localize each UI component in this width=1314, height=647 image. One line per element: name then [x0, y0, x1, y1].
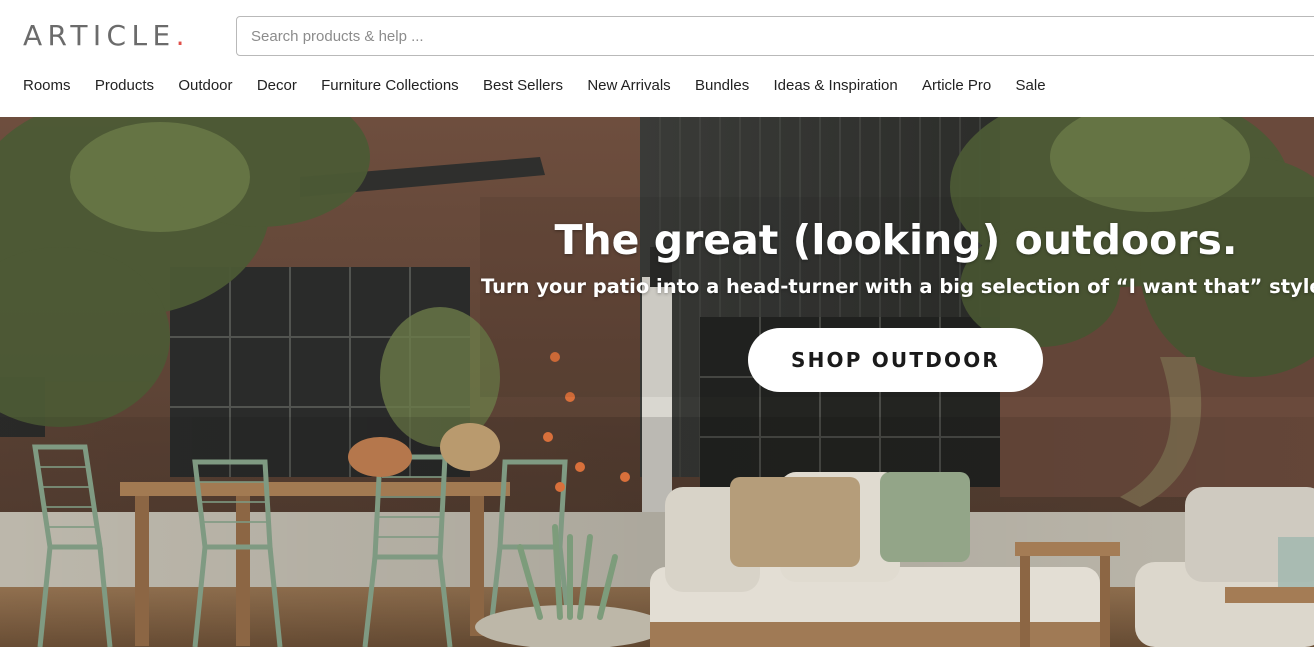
hero-title: The great (looking) outdoors. — [554, 216, 1238, 264]
nav-item-sale[interactable]: Sale — [1016, 76, 1046, 96]
main-nav: Rooms Products Outdoor Decor Furniture C… — [23, 76, 1070, 96]
nav-item-ideas-inspiration[interactable]: Ideas & Inspiration — [774, 76, 898, 96]
nav-item-furniture-collections[interactable]: Furniture Collections — [321, 76, 459, 96]
nav-item-best-sellers[interactable]: Best Sellers — [483, 76, 563, 96]
nav-item-decor[interactable]: Decor — [257, 76, 297, 96]
article-logo[interactable]: ARTICLE. — [23, 19, 184, 53]
nav-item-bundles[interactable]: Bundles — [695, 76, 749, 96]
nav-item-rooms[interactable]: Rooms — [23, 76, 71, 96]
nav-item-article-pro[interactable]: Article Pro — [922, 76, 991, 96]
shop-outdoor-button[interactable]: SHOP OUTDOOR — [748, 328, 1043, 392]
hero-banner[interactable]: The great (looking) outdoors. Turn your … — [0, 117, 1314, 647]
hero-subtitle: Turn your patio into a head-turner with … — [481, 275, 1314, 298]
nav-item-products[interactable]: Products — [95, 76, 154, 96]
search-input[interactable] — [237, 17, 1314, 55]
logo-dot: . — [175, 19, 185, 52]
nav-item-outdoor[interactable]: Outdoor — [178, 76, 232, 96]
hero-patio-image — [0, 117, 1314, 647]
search-box — [236, 16, 1314, 56]
nav-item-new-arrivals[interactable]: New Arrivals — [587, 76, 670, 96]
logo-text: ARTICLE — [23, 19, 176, 52]
site-header: ARTICLE. Rooms Products Outdoor Decor Fu… — [0, 0, 1314, 117]
